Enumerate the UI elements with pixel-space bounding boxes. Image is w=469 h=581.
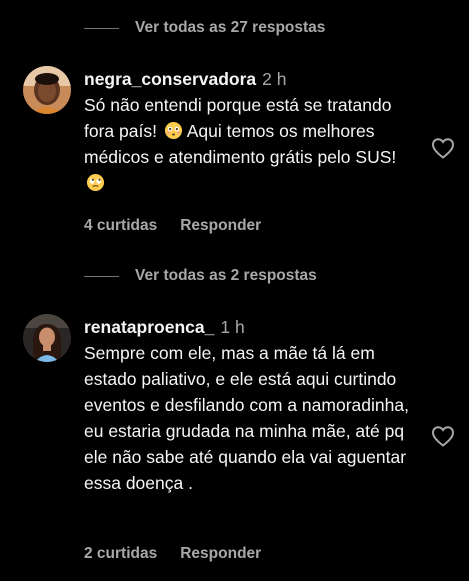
avatar[interactable]: [23, 66, 71, 114]
comment-content: negra_conservadora 2 h Só não entendi por…: [84, 68, 414, 196]
flushed-face-emoji-icon: [164, 121, 182, 140]
comment-text: Só não entendi porque está se tratando f…: [84, 92, 414, 196]
timestamp: 2 h: [262, 69, 287, 89]
heart-icon[interactable]: [431, 425, 455, 447]
reply-button[interactable]: Responder: [180, 545, 261, 563]
rolling-eyes-emoji-icon: [86, 173, 105, 192]
comment-header: negra_conservadora 2 h: [84, 68, 414, 90]
comment-header: renataproenca_ 1 h: [84, 316, 414, 338]
replies-divider-line: [84, 27, 119, 29]
comment-actions: 2 curtidas Responder: [84, 545, 261, 563]
avatar[interactable]: [23, 314, 71, 362]
comment-text: Sempre com ele, mas a mãe tá lá em estad…: [84, 343, 409, 493]
view-replies-button[interactable]: Ver todas as 27 respostas: [135, 19, 325, 37]
comment-content: renataproenca_ 1 h Sempre com ele, mas a …: [84, 316, 414, 496]
heart-icon[interactable]: [431, 137, 455, 159]
likes-count[interactable]: 4 curtidas: [84, 217, 157, 235]
username[interactable]: renataproenca_: [84, 317, 214, 337]
replies-divider-line: [84, 275, 119, 277]
view-replies-row-1[interactable]: Ver todas as 27 respostas: [84, 16, 325, 40]
comment-actions: 4 curtidas Responder: [84, 217, 261, 235]
view-replies-button[interactable]: Ver todas as 2 respostas: [135, 267, 317, 285]
view-replies-row-2[interactable]: Ver todas as 2 respostas: [84, 264, 317, 288]
likes-count[interactable]: 2 curtidas: [84, 545, 157, 563]
username[interactable]: negra_conservadora: [84, 69, 256, 89]
timestamp: 1 h: [220, 317, 245, 337]
reply-button[interactable]: Responder: [180, 217, 261, 235]
